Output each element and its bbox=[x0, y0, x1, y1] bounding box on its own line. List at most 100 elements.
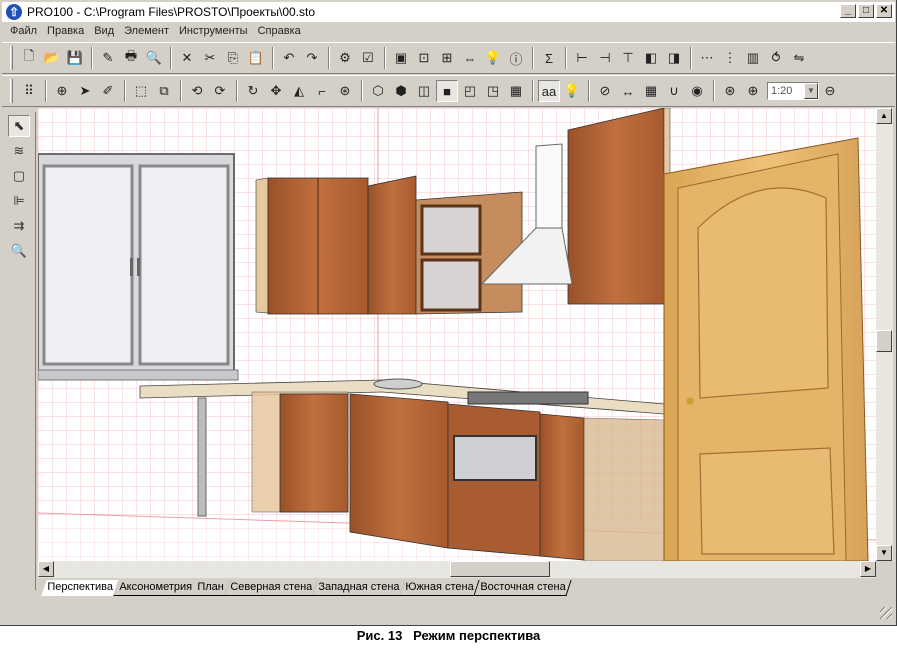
align-tool-icon[interactable]: ⊫ bbox=[8, 190, 30, 212]
checklist-icon[interactable]: ☑ bbox=[357, 47, 379, 69]
corner-icon[interactable]: ⌐ bbox=[311, 80, 333, 102]
maximize-button[interactable]: □ bbox=[858, 4, 874, 18]
refresh-icon[interactable]: ↻ bbox=[242, 80, 264, 102]
sum-icon[interactable]: Σ bbox=[538, 47, 560, 69]
text-aa-icon[interactable]: aa bbox=[538, 80, 560, 102]
move-cursor-icon[interactable]: ➤ bbox=[74, 80, 96, 102]
menu-file[interactable]: Файл bbox=[6, 25, 43, 37]
pencil-icon[interactable]: ✐ bbox=[97, 80, 119, 102]
scroll-up-button[interactable]: ▲ bbox=[876, 108, 892, 124]
print-preview-icon[interactable]: 🔍 bbox=[143, 47, 165, 69]
resize-grip-icon[interactable] bbox=[880, 607, 892, 619]
align-right-icon[interactable]: ⊣ bbox=[594, 47, 616, 69]
menu-element[interactable]: Элемент bbox=[120, 25, 175, 37]
distribute-tool-icon[interactable]: ⇉ bbox=[8, 215, 30, 237]
flip-group-icon[interactable]: ⇋ bbox=[788, 47, 810, 69]
select-window-icon[interactable]: ⊞ bbox=[436, 47, 458, 69]
target-icon[interactable]: ⊛ bbox=[334, 80, 356, 102]
redo-icon[interactable]: ↷ bbox=[301, 47, 323, 69]
paste-icon[interactable]: 📋 bbox=[245, 47, 267, 69]
toolbar-separator bbox=[124, 80, 126, 102]
horizontal-scroll-thumb[interactable] bbox=[450, 561, 550, 577]
zoom-window-icon[interactable]: ⊡ bbox=[413, 47, 435, 69]
grid-toggle-icon[interactable]: ▦ bbox=[640, 80, 662, 102]
grid-select-icon[interactable]: ⠿ bbox=[18, 80, 40, 102]
dimension-icon[interactable]: ↔ bbox=[617, 80, 639, 102]
toolbar-grip[interactable] bbox=[10, 46, 13, 70]
cut-x-icon[interactable]: ✕ bbox=[176, 47, 198, 69]
save-icon[interactable]: 💾 bbox=[64, 47, 86, 69]
cube-solid-icon[interactable]: ⬢ bbox=[390, 80, 412, 102]
zoom-scale-select[interactable]: 1:20 ▼ bbox=[767, 82, 819, 100]
status-bar bbox=[2, 600, 895, 622]
vertical-scrollbar[interactable]: ▲ ▼ bbox=[876, 108, 893, 561]
align-top-icon[interactable]: ⊤ bbox=[617, 47, 639, 69]
scroll-left-button[interactable]: ◀ bbox=[38, 561, 54, 577]
tab-view[interactable]: Перспектива bbox=[41, 580, 120, 596]
tab-view[interactable]: Восточная стена bbox=[473, 580, 572, 596]
bounding-box-icon[interactable]: ▢ bbox=[8, 165, 30, 187]
light-window-icon[interactable]: 💡 bbox=[482, 47, 504, 69]
tab-view[interactable]: Южная стена bbox=[399, 580, 481, 596]
cube-back-icon[interactable]: ◳ bbox=[482, 80, 504, 102]
menu-view[interactable]: Вид bbox=[90, 25, 120, 37]
mirror-icon[interactable]: ◭ bbox=[288, 80, 310, 102]
rotate-right-icon[interactable]: ⟳ bbox=[209, 80, 231, 102]
menu-edit[interactable]: Правка bbox=[43, 25, 90, 37]
horizontal-scrollbar[interactable]: ◀ ▶ bbox=[38, 561, 876, 578]
scissors-icon[interactable]: ✂ bbox=[199, 47, 221, 69]
measure-icon[interactable]: ⊘ bbox=[594, 80, 616, 102]
scroll-right-button[interactable]: ▶ bbox=[860, 561, 876, 577]
minimize-button[interactable]: _ bbox=[840, 4, 856, 18]
insert-icon[interactable]: ⊕ bbox=[51, 80, 73, 102]
vertical-scroll-thumb[interactable] bbox=[876, 330, 892, 352]
fit-width-icon[interactable]: ⇔ bbox=[459, 47, 481, 69]
lightbulb-icon[interactable]: 💡 bbox=[561, 80, 583, 102]
new-file-icon[interactable]: 🗋 bbox=[18, 47, 40, 69]
move-arrows-icon[interactable]: ✥ bbox=[265, 80, 287, 102]
scroll-down-button[interactable]: ▼ bbox=[876, 545, 892, 561]
rotate-group-icon[interactable]: ⥀ bbox=[765, 47, 787, 69]
menu-tools[interactable]: Инструменты bbox=[175, 25, 254, 37]
copy-icon[interactable]: ⎘ bbox=[222, 47, 244, 69]
zoom-out-icon[interactable]: ⊖ bbox=[819, 80, 841, 102]
align-left-icon[interactable]: ⊢ bbox=[571, 47, 593, 69]
zoom-in-icon[interactable]: ⊕ bbox=[742, 80, 764, 102]
group-select-icon[interactable]: ⧉ bbox=[153, 80, 175, 102]
info-window-icon[interactable]: ⓘ bbox=[505, 47, 527, 69]
target2-icon[interactable]: ⊛ bbox=[719, 80, 741, 102]
open-folder-icon[interactable]: 📂 bbox=[41, 47, 63, 69]
print-icon[interactable]: 🖶 bbox=[120, 47, 142, 69]
perspective-viewport[interactable] bbox=[38, 108, 876, 561]
cube-wire-icon[interactable]: ⬡ bbox=[367, 80, 389, 102]
edit-doc-icon[interactable]: ✎ bbox=[97, 47, 119, 69]
stack-front-icon[interactable]: ◧ bbox=[640, 47, 662, 69]
cube-front-icon[interactable]: ◰ bbox=[459, 80, 481, 102]
distribute-v-icon[interactable]: ⋮ bbox=[719, 47, 741, 69]
view-tabs: Перспектива Аксонометрия План Северная стен… bbox=[41, 580, 572, 597]
undo-icon[interactable]: ↶ bbox=[278, 47, 300, 69]
chevron-down-icon[interactable]: ▼ bbox=[804, 83, 818, 99]
tab-view[interactable]: Северная стена bbox=[224, 580, 319, 596]
stack-back-icon[interactable]: ◨ bbox=[663, 47, 685, 69]
cube-side-icon[interactable]: ◫ bbox=[413, 80, 435, 102]
magnet-icon[interactable]: ∪ bbox=[663, 80, 685, 102]
cube-color-icon[interactable]: ▦ bbox=[505, 80, 527, 102]
box-select-icon[interactable]: ⬚ bbox=[130, 80, 152, 102]
tab-view[interactable]: Аксонометрия bbox=[113, 580, 199, 596]
title-bar[interactable]: ⇧ PRO100 - C:\Program Files\PROSTO\Проек… bbox=[2, 2, 895, 22]
equal-height-icon[interactable]: ▥ bbox=[742, 47, 764, 69]
menu-help[interactable]: Справка bbox=[254, 25, 307, 37]
snap-elements-icon[interactable]: ≋ bbox=[8, 140, 30, 162]
properties-icon[interactable]: ⚙ bbox=[334, 47, 356, 69]
cube-shaded-icon[interactable]: ■ bbox=[436, 80, 458, 102]
close-button[interactable]: ✕ bbox=[876, 4, 892, 18]
pointer-icon[interactable]: ⬉ bbox=[8, 115, 30, 137]
toolbar-grip[interactable] bbox=[10, 79, 13, 103]
rotate-left-icon[interactable]: ⟲ bbox=[186, 80, 208, 102]
distribute-h-icon[interactable]: ⋯ bbox=[696, 47, 718, 69]
zoom-tool-icon[interactable]: 🔍 bbox=[8, 240, 30, 262]
view-window-icon[interactable]: ▣ bbox=[390, 47, 412, 69]
snap-icon[interactable]: ◉ bbox=[686, 80, 708, 102]
tab-view[interactable]: Западная стена bbox=[312, 580, 406, 596]
